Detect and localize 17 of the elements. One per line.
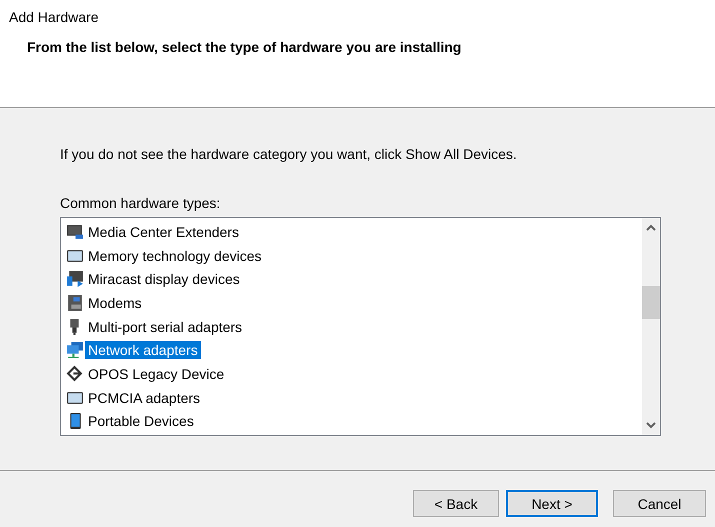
wizard-button[interactable]: Next >	[506, 490, 598, 517]
wizard-button[interactable]: < Back	[413, 490, 499, 517]
list-item[interactable]: Miracast display devices	[85, 270, 243, 288]
wizard-button[interactable]: Cancel	[613, 490, 706, 517]
list-item[interactable]: Portable Devices	[85, 412, 197, 430]
list-item[interactable]: OPOS Legacy Device	[85, 364, 228, 383]
heading: From the list below, select the type of hardware you are installing	[27, 39, 462, 55]
window-title: Add Hardware	[9, 9, 98, 25]
list-item[interactable]: Modems	[85, 294, 145, 312]
list-label: Common hardware types:	[60, 195, 222, 211]
list-item[interactable]: Network adapters	[85, 341, 201, 360]
hardware-type-list[interactable]: Media Center Extenders Memory technology devices Miracast display devices Modems Multi-port serial adapters Network adapters OPOS Legacy Device PCMCIA adapters Portable Devices	[60, 217, 661, 436]
list-item[interactable]: Media Center Extenders	[85, 222, 242, 241]
list-item[interactable]: Multi-port serial adapters	[85, 318, 246, 336]
instruction-text: If you do not see the hardware category you want, click Show All Devices.	[60, 146, 518, 162]
list-item[interactable]: Memory technology devices	[85, 246, 265, 265]
list-item[interactable]: PCMCIA adapters	[85, 388, 204, 407]
